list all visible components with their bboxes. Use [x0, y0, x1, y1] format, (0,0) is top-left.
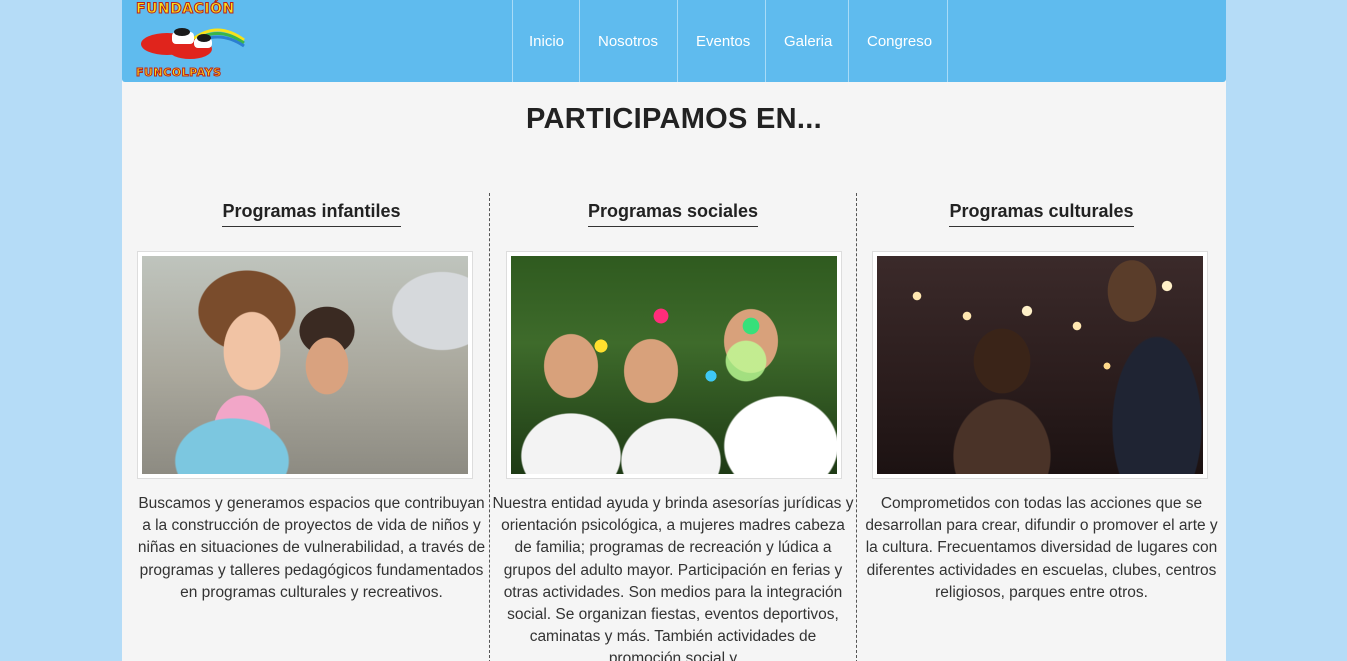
nav-item-inicio[interactable]: Inicio — [513, 0, 580, 82]
nav-item-eventos[interactable]: Eventos — [678, 0, 766, 82]
column-programas-sociales: Programas sociales Nuestra entidad ayuda… — [489, 193, 857, 661]
column-title: Programas infantiles — [222, 201, 401, 227]
nav-item-galeria[interactable]: Galeria — [766, 0, 849, 82]
column-description: Nuestra entidad ayuda y brinda asesorías… — [492, 495, 854, 661]
women-confetti-photo — [511, 256, 837, 474]
sparklers-celebration-photo — [877, 256, 1203, 474]
page-container: FUNDACIÓN FUNCOLPAYS Inicio Nosotros Eve… — [122, 0, 1226, 661]
navbar: FUNDACIÓN FUNCOLPAYS Inicio Nosotros Eve… — [122, 0, 1226, 82]
section-title: PARTICIPAMOS EN... — [526, 103, 822, 135]
nav-item-nosotros[interactable]: Nosotros — [580, 0, 678, 82]
column-description: Comprometidos con todas las acciones que… — [865, 495, 1218, 601]
logo[interactable]: FUNDACIÓN FUNCOLPAYS — [132, 0, 248, 82]
column-title: Programas culturales — [949, 201, 1134, 227]
nav-menu: Inicio Nosotros Eventos Galeria Congreso — [512, 0, 948, 82]
logo-text-top: FUNDACIÓN — [136, 1, 235, 18]
nav-item-congreso[interactable]: Congreso — [849, 0, 948, 82]
column-description: Buscamos y generamos espacios que contri… — [137, 495, 486, 601]
column-programas-culturales: Programas culturales Comprometidos con t… — [857, 193, 1226, 661]
children-photo — [142, 256, 468, 474]
logo-text-bottom: FUNCOLPAYS — [136, 66, 222, 80]
photo-frame — [506, 251, 842, 479]
photo-frame — [137, 251, 473, 479]
photo-frame — [872, 251, 1208, 479]
column-programas-infantiles: Programas infantiles Buscamos y generamo… — [134, 193, 489, 661]
column-title: Programas sociales — [587, 201, 759, 227]
